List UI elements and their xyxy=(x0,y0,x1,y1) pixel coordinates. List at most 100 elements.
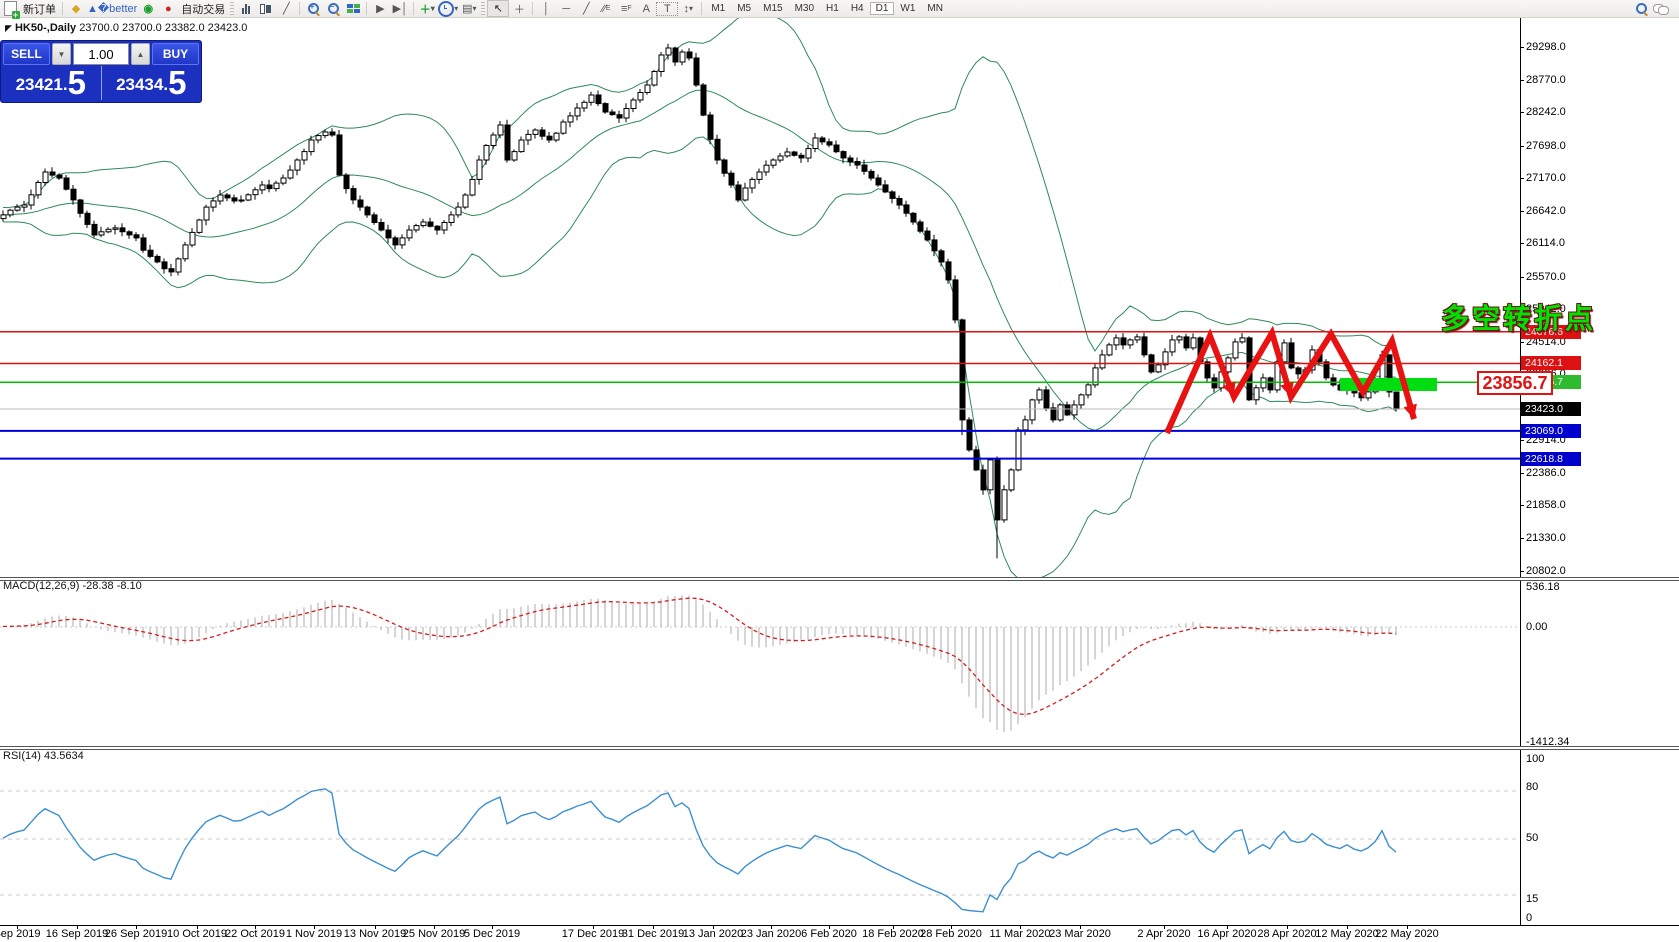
timeframe-w1[interactable]: W1 xyxy=(894,2,921,15)
buy-button[interactable]: BUY xyxy=(152,43,199,65)
search-icon[interactable] xyxy=(1631,1,1651,16)
price-tick xyxy=(1520,473,1524,474)
timeframe-bar: M1M5M15M30H1H4D1W1MN xyxy=(705,2,949,15)
date-label: 23 Jan 2020 xyxy=(741,928,802,940)
date-label: 11 Mar 2020 xyxy=(990,928,1051,940)
toolbar-drag-handle[interactable] xyxy=(481,2,485,15)
zoom-in-icon[interactable]: + xyxy=(303,1,323,16)
rsi-axis-label: 80 xyxy=(1526,781,1538,793)
periods-icon[interactable]: ▾ xyxy=(437,1,459,16)
autotrading-label[interactable]: 自动交易 xyxy=(178,1,228,17)
crosshair-icon[interactable]: ＋ xyxy=(509,1,529,16)
equidistant-channel-icon[interactable]: ⁄⁄E xyxy=(596,1,616,16)
autotrading-icon[interactable]: ● xyxy=(158,1,178,16)
macd-axis-label: -1412.34 xyxy=(1526,736,1569,748)
indicators-icon[interactable]: ＋▾ xyxy=(417,1,437,16)
sell-button[interactable]: SELL xyxy=(3,43,50,65)
price-tick xyxy=(1520,146,1524,147)
sell-price[interactable]: 23421.5 xyxy=(1,66,102,100)
date-label: 31 Dec 2019 xyxy=(622,928,684,940)
line-chart-icon[interactable]: ╱ xyxy=(276,1,296,16)
timeframe-m30[interactable]: M30 xyxy=(789,2,820,15)
price-tick-label: 20802.0 xyxy=(1526,565,1566,577)
timeframe-mn[interactable]: MN xyxy=(921,2,949,15)
volume-input[interactable]: 1.00 xyxy=(73,43,129,65)
date-label: 12 May 2020 xyxy=(1315,928,1379,940)
bar-chart-icon[interactable] xyxy=(236,1,256,16)
ohlc-values: 23700.0 23700.0 23382.0 23423.0 xyxy=(79,22,247,34)
signals-icon[interactable]: ◉ xyxy=(138,1,158,16)
chat-icon[interactable] xyxy=(1651,1,1671,16)
price-tick xyxy=(1520,571,1524,572)
date-label: 13 Jan 2020 xyxy=(683,928,744,940)
date-label: 28 Apr 2020 xyxy=(1257,928,1316,940)
auto-scroll-icon[interactable]: ▶ xyxy=(370,1,390,16)
price-tick xyxy=(1520,211,1524,212)
trade-panel-prices: 23421.5 23434.5 xyxy=(1,66,201,100)
date-label: 28 Feb 2020 xyxy=(920,928,982,940)
timeframe-d1[interactable]: D1 xyxy=(870,2,895,15)
rsi-axis-label: 50 xyxy=(1526,832,1538,844)
chart-shift-icon[interactable]: ▶│ xyxy=(390,1,410,16)
timeframe-m5[interactable]: M5 xyxy=(731,2,757,15)
volume-decrease-button[interactable]: ▼ xyxy=(52,43,71,65)
arrows-icon[interactable]: ↕▾ xyxy=(678,1,698,16)
pane-separator[interactable] xyxy=(0,746,1679,750)
sell-price-pips: 5 xyxy=(68,68,86,98)
buy-price[interactable]: 23434.5 xyxy=(102,66,202,100)
price-tick-label: 27698.0 xyxy=(1526,140,1566,152)
horizontal-line-icon[interactable]: ─ xyxy=(556,1,576,16)
date-label: 10 Oct 2019 xyxy=(167,928,227,940)
price-tick-label: 27170.0 xyxy=(1526,172,1566,184)
date-label: 17 Dec 2019 xyxy=(562,928,624,940)
toolbar-drag-handle[interactable] xyxy=(230,2,234,15)
main-toolbar: + 新订单 ◆ ▲�better ◉ ● 自动交易 ╱ + − ▶ ▶│ ＋▾ … xyxy=(0,0,1679,18)
market-watch-icon[interactable]: ▲�better xyxy=(86,1,138,16)
timeframe-m15[interactable]: M15 xyxy=(757,2,788,15)
turning-point-annotation: 多空转折点 xyxy=(1441,297,1596,337)
volume-increase-button[interactable]: ▲ xyxy=(131,43,150,65)
tile-windows-icon[interactable] xyxy=(343,1,363,16)
chart-title: ◤ HK50-,Daily 23700.0 23700.0 23382.0 23… xyxy=(5,22,247,34)
divider xyxy=(701,2,702,15)
vertical-line-icon[interactable]: │ xyxy=(536,1,556,16)
zoom-out-icon[interactable]: − xyxy=(323,1,343,16)
date-label: 18 Feb 2020 xyxy=(862,928,924,940)
macd-axis-label: 0.00 xyxy=(1526,621,1547,633)
new-order-label[interactable]: 新订单 xyxy=(20,1,59,17)
macd-svg xyxy=(0,579,1520,746)
price-tick xyxy=(1520,178,1524,179)
date-label: 23 Mar 2020 xyxy=(1049,928,1111,940)
price-chart-svg xyxy=(0,17,1520,577)
price-tick-label: 28770.0 xyxy=(1526,74,1566,86)
date-label: 5 Dec 2019 xyxy=(464,928,520,940)
buy-price-pips: 5 xyxy=(168,68,186,98)
date-label: 16 Apr 2020 xyxy=(1197,928,1256,940)
timeframe-m1[interactable]: M1 xyxy=(705,2,731,15)
symbol-period: HK50-,Daily xyxy=(15,22,76,34)
profiles-icon[interactable]: ◆ xyxy=(66,1,86,16)
price-tick-label: 21858.0 xyxy=(1526,499,1566,511)
text-icon[interactable]: A xyxy=(636,1,656,16)
pane-separator[interactable] xyxy=(0,577,1679,581)
divider xyxy=(299,2,300,15)
price-tick xyxy=(1520,342,1524,343)
price-level-label: 23069.0 xyxy=(1521,424,1581,438)
price-tick xyxy=(1520,505,1524,506)
price-tick xyxy=(1520,243,1524,244)
templates-icon[interactable]: ▤▾ xyxy=(459,1,479,16)
date-label: 13 Nov 2019 xyxy=(344,928,406,940)
divider xyxy=(62,2,63,15)
text-label-icon[interactable]: T xyxy=(656,2,678,16)
rsi-axis-label: 0 xyxy=(1526,912,1532,924)
rsi-axis-label: 15 xyxy=(1526,893,1538,905)
date-label: 1 Nov 2019 xyxy=(286,928,342,940)
candlestick-icon[interactable] xyxy=(256,1,276,16)
trendline-icon[interactable]: ╱ xyxy=(576,1,596,16)
buy-price-main: 23434. xyxy=(116,72,168,98)
fibonacci-icon[interactable]: ≡F xyxy=(616,1,636,16)
timeframe-h1[interactable]: H1 xyxy=(820,2,845,15)
cursor-icon[interactable]: ↖ xyxy=(487,0,509,17)
timeframe-h4[interactable]: H4 xyxy=(845,2,870,15)
new-order-icon[interactable]: + xyxy=(0,1,20,16)
